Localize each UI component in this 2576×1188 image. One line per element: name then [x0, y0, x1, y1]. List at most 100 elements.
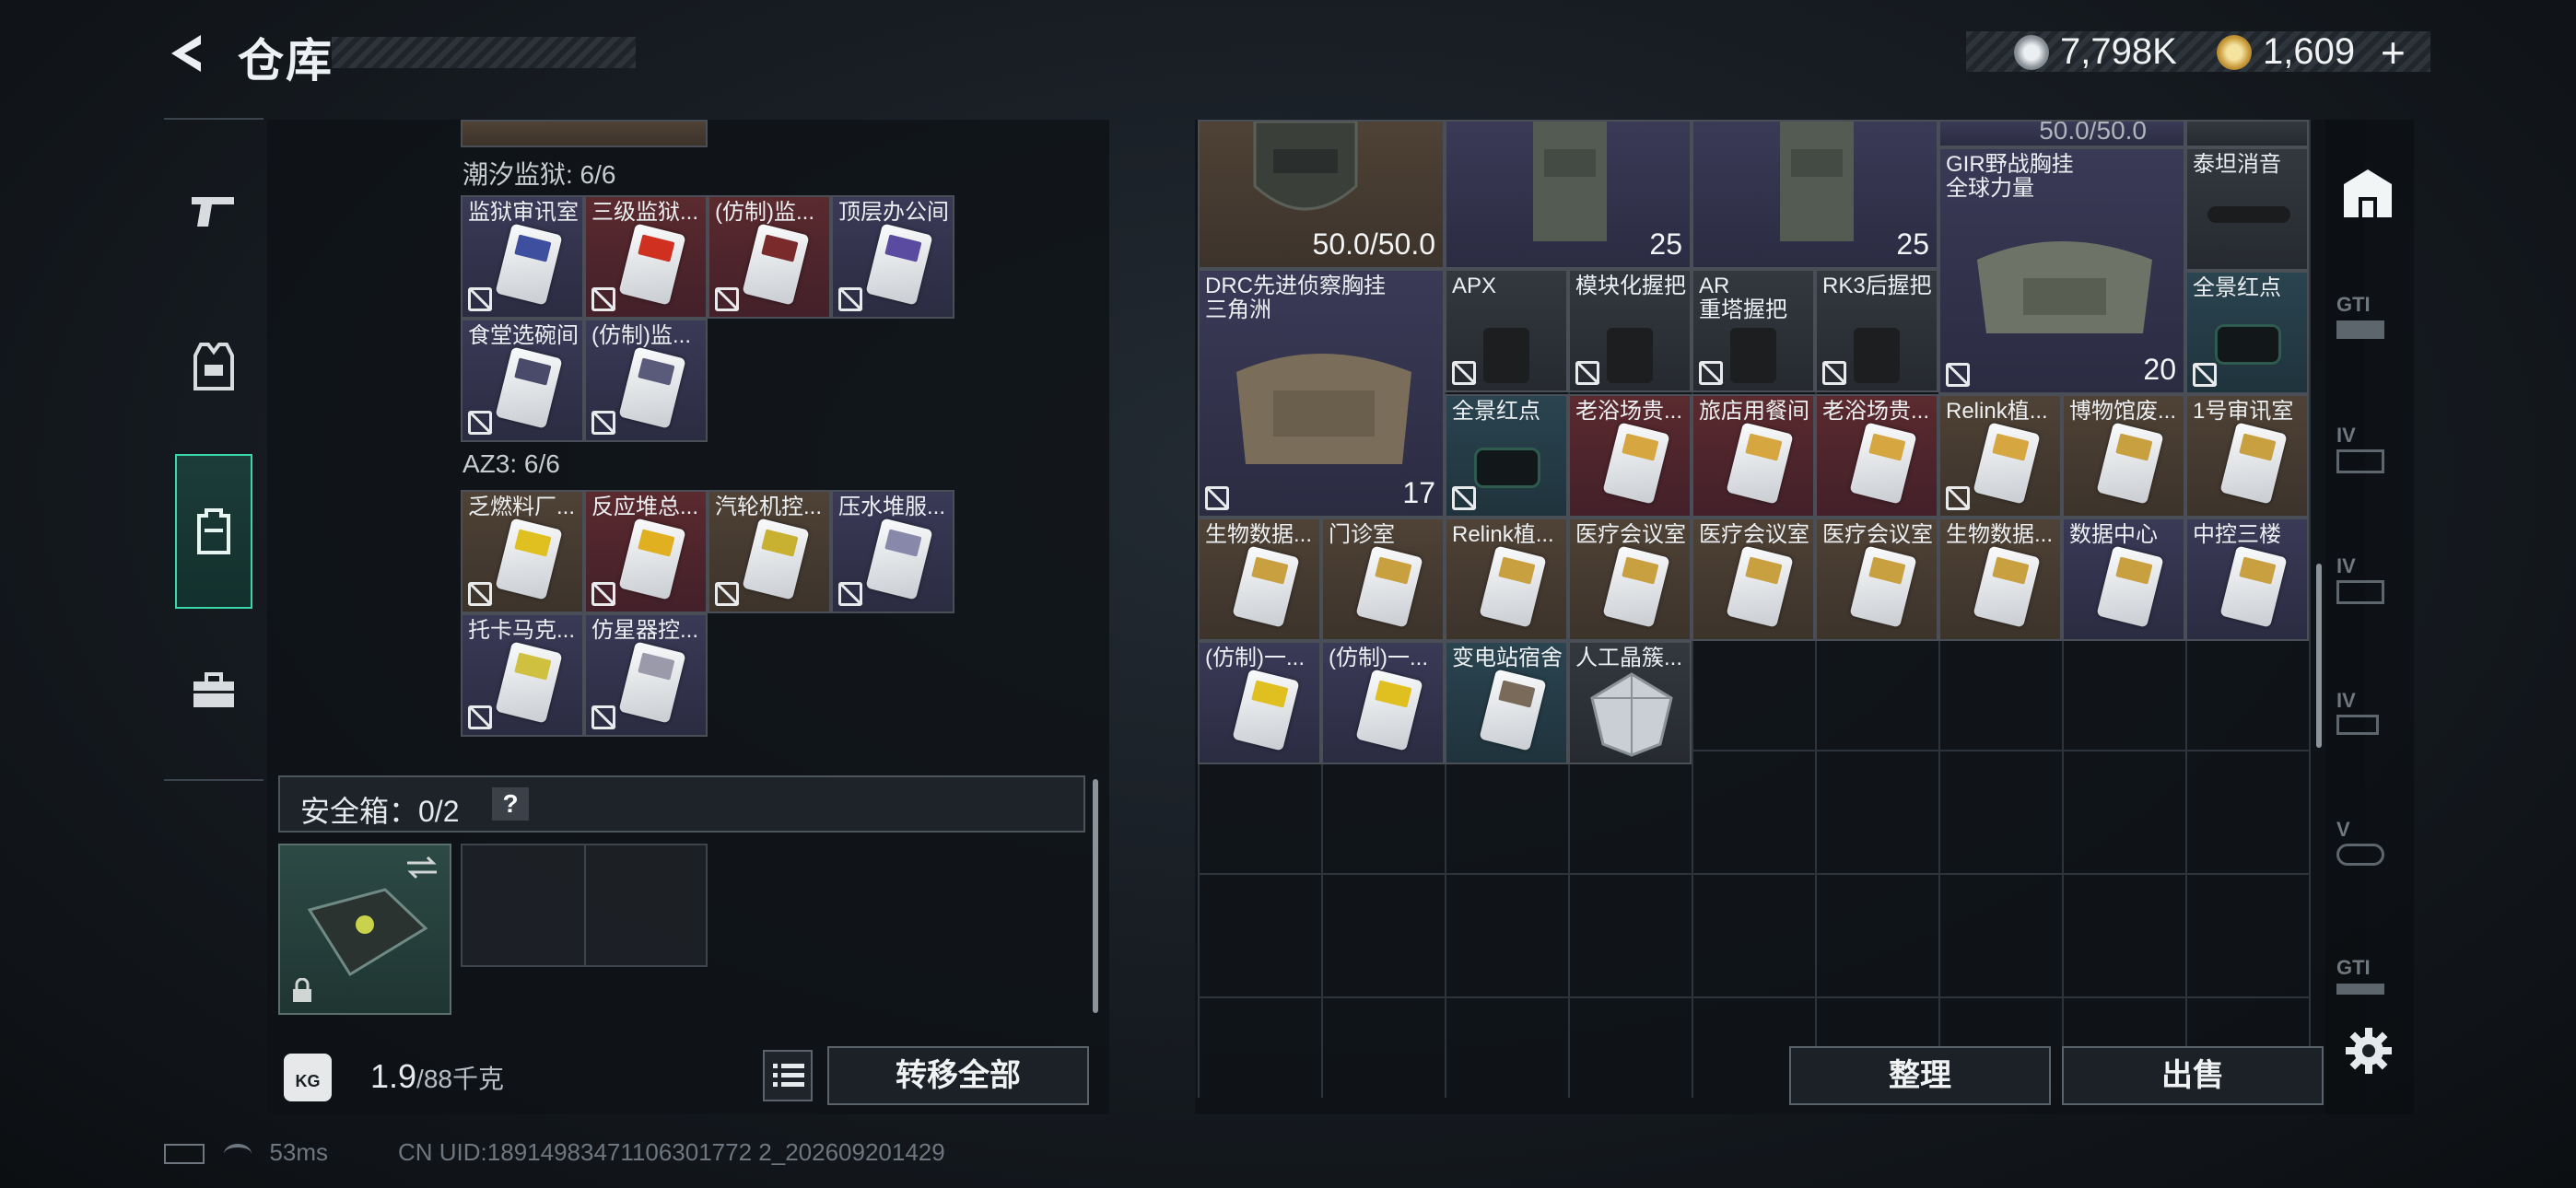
gti-rack-icon[interactable]: GTI: [2336, 293, 2401, 357]
keycard-item[interactable]: 乏燃料厂...: [461, 490, 584, 613]
item-label: 门诊室: [1329, 523, 1395, 547]
item-label: 中控三楼: [2193, 523, 2281, 547]
no-trade-icon: [1205, 486, 1229, 510]
crystal-item[interactable]: 人工晶簇...: [1568, 641, 1692, 764]
keycard-item[interactable]: 生物数据...: [1938, 518, 2062, 641]
add-currency-button[interactable]: +: [2381, 28, 2406, 77]
keycard-item[interactable]: 托卡马克...: [461, 613, 584, 737]
silver-coin-icon: [2014, 35, 2049, 70]
keycard-icon: [2219, 545, 2288, 628]
no-trade-icon: [838, 582, 862, 606]
safe-box-item[interactable]: [278, 844, 451, 1015]
keycard-icon: [1355, 669, 1423, 751]
scope-item[interactable]: APX: [1445, 269, 1568, 392]
keycard-item[interactable]: 老浴场贵...: [1568, 394, 1692, 518]
keycard-item[interactable]: 门诊室: [1321, 518, 1445, 641]
keycard-item[interactable]: 变电站宿舍: [1445, 641, 1568, 764]
keycard-item[interactable]: Relink植...: [1445, 518, 1568, 641]
keycard-item[interactable]: 1号审讯室: [2185, 394, 2309, 518]
no-trade-icon: [591, 705, 615, 729]
no-trade-icon: [1946, 486, 1970, 510]
keycard-item[interactable]: 仿星器控...: [584, 613, 708, 737]
item-label: 三级监狱...: [591, 201, 699, 225]
item-label: 老浴场贵...: [1822, 400, 1930, 424]
keycard-item[interactable]: Relink植...: [1938, 394, 2062, 518]
no-trade-icon: [1452, 486, 1476, 510]
red-dot-sight-item[interactable]: 全景红点: [2185, 271, 2309, 394]
keycard-item[interactable]: 监狱审讯室: [461, 195, 584, 319]
item-strip[interactable]: [2185, 120, 2309, 147]
keycard-item[interactable]: 数据中心: [2062, 518, 2185, 641]
keycard-item[interactable]: 中控三楼: [2185, 518, 2309, 641]
back-arrow-icon[interactable]: [164, 31, 208, 76]
keycard-item[interactable]: 三级监狱...: [584, 195, 708, 319]
keycard-item[interactable]: (仿制)监...: [584, 319, 708, 442]
vest-icon[interactable]: [192, 341, 236, 392]
keycard-item[interactable]: 食堂选碗间: [461, 319, 584, 442]
keycard-item[interactable]: (仿制)监...: [708, 195, 831, 319]
keycard-item[interactable]: 医疗会议室: [1692, 518, 1815, 641]
keycard-icon: [1973, 545, 2041, 628]
no-trade-icon: [591, 287, 615, 311]
keycard-item[interactable]: 顶层办公间: [831, 195, 954, 319]
warehouse-icon[interactable]: [2338, 164, 2397, 223]
no-trade-icon: [1575, 361, 1599, 385]
right-scrollbar[interactable]: [2316, 564, 2322, 748]
storage-iv-icon[interactable]: IV: [2336, 424, 2401, 488]
wifi-icon: [224, 1144, 252, 1164]
helmet-item[interactable]: 50.0/50.0: [1198, 120, 1445, 269]
keycard-item[interactable]: (仿制)一...: [1321, 641, 1445, 764]
keycard-item[interactable]: 医疗会议室: [1815, 518, 1938, 641]
sort-button[interactable]: 整理: [1789, 1046, 2051, 1105]
keycard-icon: [495, 518, 563, 600]
grip-item[interactable]: RK3后握把: [1815, 269, 1938, 392]
gold-currency-value: 1,609: [2263, 31, 2356, 72]
list-view-button[interactable]: [763, 1050, 813, 1101]
red-dot-sight-item[interactable]: 全景红点: [1445, 394, 1568, 518]
settings-icon[interactable]: [2344, 1026, 2394, 1076]
keycard-item[interactable]: 生物数据...: [1198, 518, 1321, 641]
keycard-item[interactable]: 反应堆总...: [584, 490, 708, 613]
transfer-all-button[interactable]: 转移全部: [827, 1046, 1089, 1105]
storage-iv-add-icon[interactable]: IV: [2336, 689, 2401, 753]
left-scrollbar[interactable]: [1093, 779, 1098, 1013]
armor-value: 25: [1896, 227, 1929, 261]
keycard-item[interactable]: 压水堆服...: [831, 490, 954, 613]
keycard-item[interactable]: 汽轮机控...: [708, 490, 831, 613]
keycard-item[interactable]: 老浴场贵...: [1815, 394, 1938, 518]
drc-chest-rig-item[interactable]: DRC先进侦察胸挂 三角洲 17: [1198, 269, 1445, 518]
toolbox-icon[interactable]: [190, 670, 238, 711]
no-trade-icon: [838, 287, 862, 311]
storage-v-icon[interactable]: V: [2336, 818, 2401, 882]
keycard-item[interactable]: (仿制)一...: [1198, 641, 1321, 764]
keycard-item[interactable]: 医疗会议室: [1568, 518, 1692, 641]
keycard-item[interactable]: 旅店用餐间: [1692, 394, 1815, 518]
item-label: Relink植...: [1452, 523, 1554, 547]
grip-item[interactable]: 模块化握把: [1568, 269, 1692, 392]
keycard-icon: [618, 223, 686, 306]
item-label: 托卡马克...: [468, 619, 576, 643]
safe-box-help-button[interactable]: ?: [492, 787, 529, 821]
vest-item[interactable]: 25: [1692, 120, 1938, 269]
sell-button[interactable]: 出售: [2062, 1046, 2324, 1105]
armor-value: 25: [1649, 227, 1682, 261]
backpack-icon[interactable]: [193, 507, 234, 556]
gir-chest-rig-item[interactable]: GIR野战胸挂 全球力量 20: [1938, 147, 2185, 394]
item-label: (仿制)监...: [591, 324, 691, 348]
grip-item[interactable]: AR 重塔握把: [1692, 269, 1815, 392]
item-durability-strip[interactable]: 50.0/50.0: [1938, 120, 2185, 147]
safe-box-empty-slots[interactable]: [461, 844, 708, 967]
padlock-icon: [293, 978, 311, 1002]
silencer-item[interactable]: 泰坦消音: [2185, 147, 2309, 271]
keycard-item[interactable]: 博物馆废...: [2062, 394, 2185, 518]
item-label: 乏燃料厂...: [468, 495, 576, 519]
item-label: 顶层办公间: [838, 201, 949, 225]
grid-line: [2309, 120, 2311, 1098]
keycard-icon: [1726, 422, 1794, 505]
partial-item-row: [461, 120, 708, 147]
vest-item[interactable]: 25: [1445, 120, 1692, 269]
storage-iv2-icon[interactable]: IV: [2336, 554, 2401, 619]
pistol-icon[interactable]: [188, 190, 238, 232]
gti-rack2-icon[interactable]: GTI: [2336, 956, 2401, 1020]
swap-icon[interactable]: [405, 855, 439, 880]
